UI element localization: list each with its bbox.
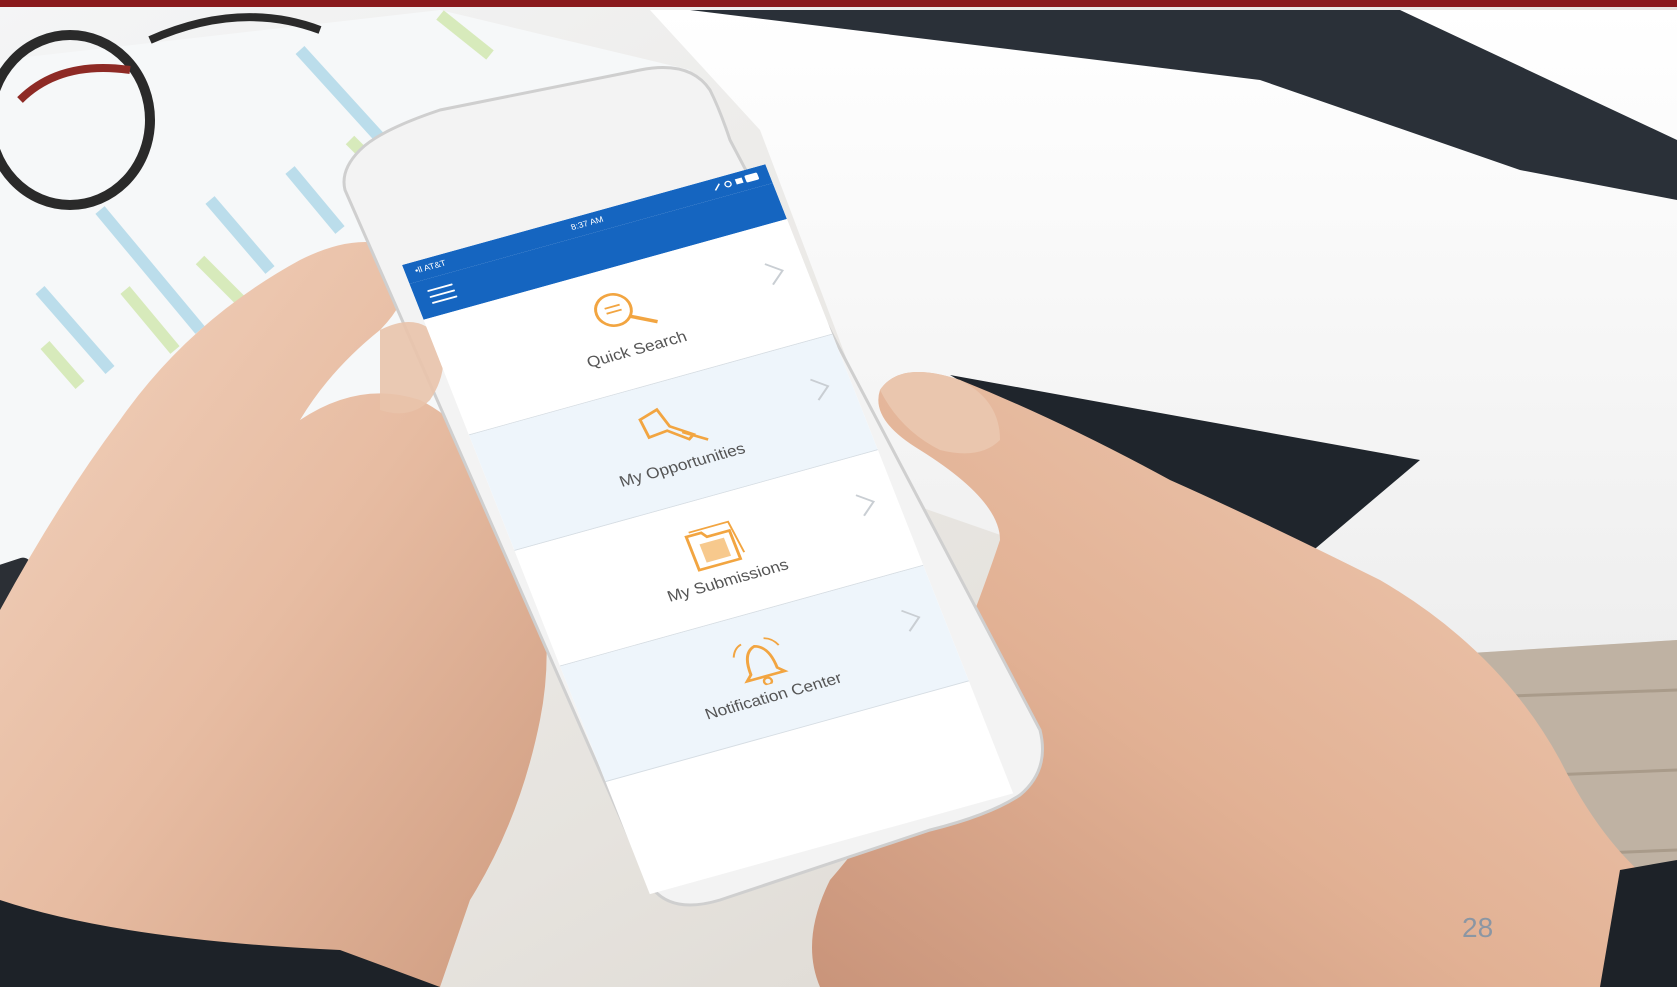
chevron-right-icon (852, 488, 881, 519)
photo-scene: •ll AT&T 8:37 AM Quick Search My Opportun… (0, 0, 1677, 987)
chevron-right-icon (807, 372, 836, 403)
page-number: 28 (1462, 912, 1494, 943)
slide-top-bar (0, 0, 1677, 7)
chevron-right-icon (898, 604, 927, 635)
chevron-right-icon (761, 257, 790, 288)
